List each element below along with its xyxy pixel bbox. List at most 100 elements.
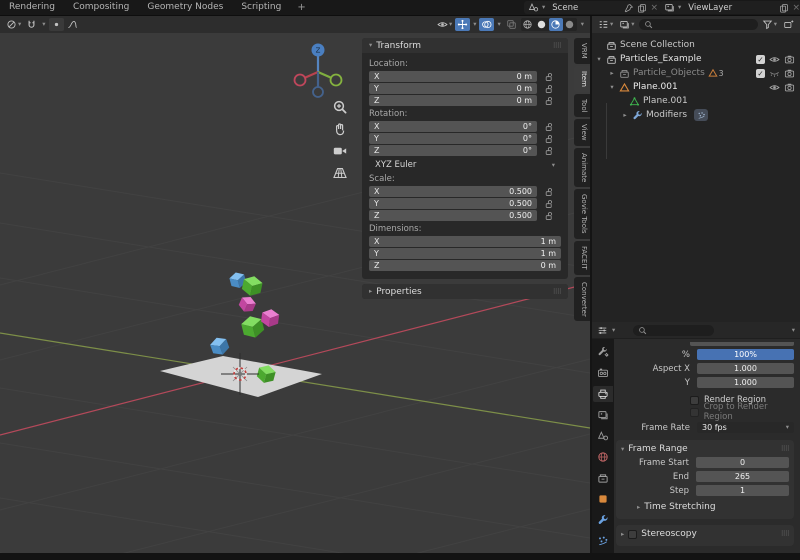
location-y-field[interactable]: Y0 m	[369, 83, 537, 94]
scene-icon[interactable]	[528, 2, 539, 13]
transform-orientation-button[interactable]: ▾	[4, 18, 23, 31]
new-view-layer-icon[interactable]	[779, 3, 789, 13]
eye-icon[interactable]	[769, 82, 780, 93]
lock-location-x-icon[interactable]	[544, 72, 554, 82]
view-layer-name[interactable]: ViewLayer	[684, 3, 736, 13]
outliner-row-plane-object[interactable]: ▾ Plane.001	[595, 80, 797, 94]
view-layer-icon[interactable]	[664, 2, 675, 13]
expand-icon[interactable]: ▸	[621, 111, 629, 119]
collection-checkbox[interactable]: ✓	[756, 69, 765, 78]
panel-drag-handle[interactable]: ⠿⠿	[553, 288, 561, 296]
dimensions-x-field[interactable]: X1 m	[369, 236, 561, 247]
tab-object-properties[interactable]	[593, 491, 613, 507]
lock-location-z-icon[interactable]	[544, 96, 554, 106]
add-workspace-button[interactable]: +	[290, 2, 312, 13]
frame-step-field[interactable]: 1	[696, 485, 789, 496]
resolution-y-field-partial[interactable]	[690, 342, 794, 346]
camera-visibility-icon[interactable]	[784, 54, 795, 65]
outliner-editor-type-button[interactable]: ▾	[596, 18, 615, 31]
view-layer-browse-chevron[interactable]: ▾	[678, 4, 681, 11]
frame-start-field[interactable]: 0	[696, 457, 789, 468]
dimensions-y-field[interactable]: Y1 m	[369, 248, 561, 259]
sidebar-tab-govie-tools[interactable]: Govie Tools	[574, 189, 590, 239]
lock-scale-z-icon[interactable]	[544, 211, 554, 221]
shading-wireframe-button[interactable]	[521, 18, 535, 31]
tab-view-layer-properties[interactable]	[593, 407, 613, 423]
new-collection-button[interactable]	[781, 18, 796, 31]
outliner-row-plane-mesh-data[interactable]: Plane.001	[595, 94, 797, 108]
new-scene-icon[interactable]	[637, 3, 647, 13]
shading-options-chevron[interactable]: ▾	[579, 18, 586, 31]
transform-panel-header[interactable]: ▾ Transform ⠿⠿	[362, 38, 568, 53]
camera-view-icon[interactable]	[332, 143, 348, 159]
stereoscopy-checkbox[interactable]	[628, 530, 637, 539]
lock-rotation-x-icon[interactable]	[544, 122, 554, 132]
rotation-mode-dropdown[interactable]: XYZ Euler▾	[369, 159, 561, 171]
zoom-tool-icon[interactable]	[332, 99, 348, 115]
sidebar-tab-vrm[interactable]: VRM	[574, 38, 590, 64]
outliner-display-mode-button[interactable]: ▾	[617, 18, 636, 31]
workspace-tab-rendering[interactable]: Rendering	[0, 0, 64, 15]
xray-toggle[interactable]	[504, 18, 519, 31]
workspace-tab-geometry-nodes[interactable]: Geometry Nodes	[138, 0, 232, 15]
dimensions-z-field[interactable]: Z0 m	[369, 260, 561, 271]
lock-rotation-y-icon[interactable]	[544, 134, 554, 144]
panel-drag-handle[interactable]: ⠿⠿	[781, 445, 789, 453]
gizmo-options-chevron[interactable]: ▾	[471, 18, 478, 31]
crop-render-region-checkbox[interactable]	[690, 408, 699, 417]
properties-subpanel-header[interactable]: ▸ Properties ⠿⠿	[362, 284, 568, 299]
scene-name[interactable]: Scene	[548, 3, 582, 13]
render-region-checkbox[interactable]	[690, 396, 699, 405]
eye-closed-icon[interactable]	[769, 68, 780, 79]
lock-location-y-icon[interactable]	[544, 84, 554, 94]
tab-output-properties[interactable]	[593, 386, 613, 402]
aspect-y-field[interactable]: 1.000	[697, 377, 794, 388]
frame-rate-dropdown[interactable]: 30 fps▾	[697, 422, 794, 433]
sidebar-tab-animate[interactable]: Animate	[574, 148, 590, 187]
outliner-row-scene-collection[interactable]: Scene Collection	[595, 38, 797, 52]
lock-scale-y-icon[interactable]	[544, 199, 554, 209]
outliner-search-input[interactable]	[639, 19, 758, 30]
unlink-scene-icon[interactable]: ×	[650, 3, 658, 13]
snapping-toggle-button[interactable]	[24, 18, 39, 31]
frame-end-field[interactable]: 265	[696, 471, 789, 482]
camera-visibility-icon[interactable]	[784, 82, 795, 93]
rotation-z-field[interactable]: Z0°	[369, 145, 537, 156]
rotation-x-field[interactable]: X0°	[369, 121, 537, 132]
tab-render-properties[interactable]	[593, 365, 613, 381]
properties-editor-type-icon[interactable]	[597, 325, 608, 336]
shading-material-preview-button[interactable]	[549, 18, 563, 31]
scale-z-field[interactable]: Z0.500	[369, 210, 537, 221]
aspect-x-field[interactable]: 1.000	[697, 363, 794, 374]
expand-icon[interactable]: ▾	[608, 83, 616, 91]
eye-icon[interactable]	[769, 54, 780, 65]
sidebar-tab-item[interactable]: Item	[574, 66, 590, 92]
properties-editor-chevron[interactable]: ▾	[612, 327, 615, 334]
tab-particle-properties[interactable]	[593, 533, 613, 549]
outliner-filter-button[interactable]: ▾	[760, 18, 779, 31]
proportional-editing-toggle[interactable]	[49, 18, 64, 31]
scene-browse-chevron[interactable]: ▾	[542, 4, 545, 11]
scale-x-field[interactable]: X0.500	[369, 186, 537, 197]
expand-icon[interactable]: ▸	[608, 69, 616, 77]
show-overlays-toggle[interactable]	[479, 18, 494, 31]
remove-view-layer-icon[interactable]: ×	[792, 3, 800, 13]
rotation-y-field[interactable]: Y0°	[369, 133, 537, 144]
sidebar-tab-converter[interactable]: Converter	[574, 277, 590, 322]
sidebar-tab-tool[interactable]: Tool	[574, 94, 590, 118]
outliner-row-particle-objects[interactable]: ▸ Particle_Objects 3 ✓	[595, 66, 797, 80]
location-x-field[interactable]: X0 m	[369, 71, 537, 82]
workspace-tab-scripting[interactable]: Scripting	[232, 0, 290, 15]
resolution-percent-slider[interactable]: 100%	[697, 349, 794, 360]
pin-scene-icon[interactable]	[624, 3, 634, 13]
frame-range-header[interactable]: ▾ Frame Range ⠿⠿	[621, 442, 789, 456]
outliner-row-particles-example[interactable]: ▾ Particles_Example ✓	[595, 52, 797, 66]
camera-visibility-icon[interactable]	[784, 68, 795, 79]
shading-solid-button[interactable]	[535, 18, 549, 31]
lock-rotation-z-icon[interactable]	[544, 146, 554, 156]
expand-icon[interactable]: ▾	[595, 55, 603, 63]
tab-modifier-properties[interactable]	[593, 512, 613, 528]
show-gizmo-toggle[interactable]	[455, 18, 470, 31]
proportional-falloff-button[interactable]	[65, 18, 80, 31]
object-visibility-button[interactable]: ▾	[435, 18, 454, 31]
